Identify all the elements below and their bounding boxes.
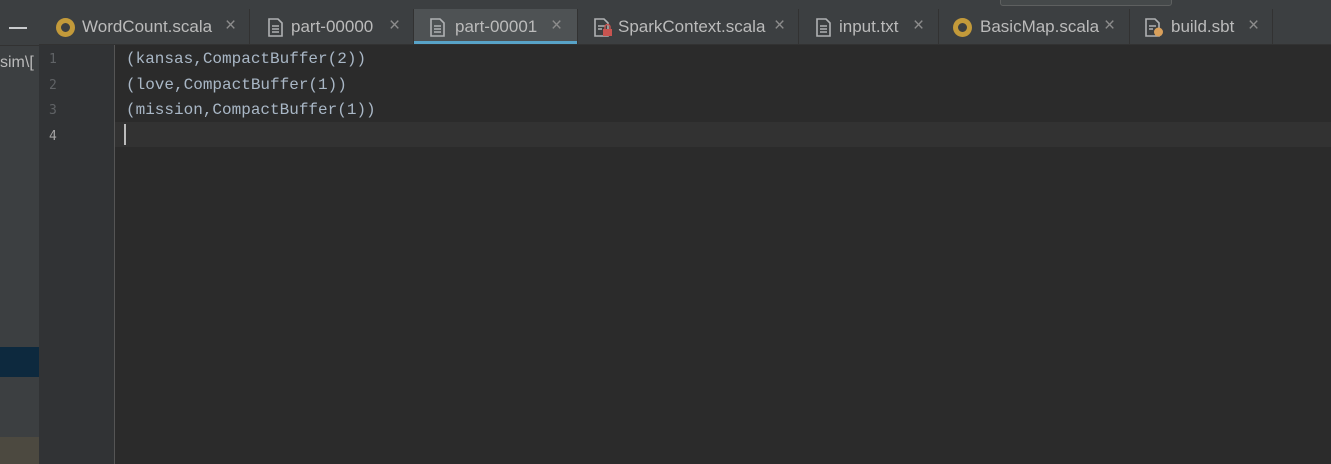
code-line[interactable]: (mission,CompactBuffer(1)) [126, 101, 376, 119]
current-line-highlight [115, 122, 1331, 147]
line-number-current: 4 [49, 129, 57, 144]
tab-wordcount-scala[interactable]: WordCount.scala × [39, 9, 250, 44]
project-panel: sim\[ [0, 9, 39, 464]
tab-part-00001[interactable]: part-00001 × [414, 9, 578, 44]
close-icon[interactable]: × [225, 15, 236, 37]
project-tree-row[interactable] [0, 437, 39, 464]
tab-label: WordCount.scala [82, 17, 213, 36]
tab-label: input.txt [839, 17, 899, 36]
project-panel-header [0, 9, 39, 46]
line-number: 1 [49, 52, 57, 67]
tab-label: BasicMap.scala [980, 17, 1100, 36]
tab-label: build.sbt [1171, 17, 1235, 36]
code-editor[interactable]: (kansas,CompactBuffer(2)) (love,CompactB… [115, 45, 1331, 464]
close-icon[interactable]: × [913, 15, 924, 37]
tab-label: SparkContext.scala [618, 17, 766, 36]
text-file-icon [816, 18, 831, 37]
project-path-text[interactable]: sim\[ [0, 54, 34, 72]
sbt-file-icon [1145, 18, 1163, 37]
tab-part-00000[interactable]: part-00000 × [250, 9, 414, 44]
code-line[interactable]: (kansas,CompactBuffer(2)) [126, 50, 366, 68]
text-file-icon [430, 18, 445, 37]
close-icon[interactable]: × [389, 15, 400, 37]
tab-input-txt[interactable]: input.txt × [799, 9, 939, 44]
close-icon[interactable]: × [1104, 15, 1115, 37]
text-file-icon [268, 18, 283, 37]
close-icon[interactable]: × [774, 15, 785, 37]
tab-label: part-00000 [291, 17, 374, 36]
close-icon[interactable]: × [551, 15, 562, 37]
line-number: 2 [49, 78, 57, 93]
tab-build-sbt[interactable]: build.sbt × [1130, 9, 1273, 44]
tab-basicmap-scala[interactable]: BasicMap.scala × [939, 9, 1130, 44]
tab-sparkcontext-scala[interactable]: SparkContext.scala × [578, 9, 799, 44]
locked-class-file-icon [594, 18, 612, 37]
scala-object-icon [953, 18, 972, 37]
text-caret [124, 124, 126, 145]
line-number: 3 [49, 103, 57, 118]
ide-window: sim\[ WordCount.scala × part-00000 × par… [0, 0, 1331, 464]
editor-tab-bar: WordCount.scala × part-00000 × part-0000… [39, 9, 1331, 45]
project-tree-selected-row[interactable] [0, 347, 39, 377]
minimize-icon[interactable] [9, 27, 27, 29]
scala-object-icon [56, 18, 75, 37]
close-icon[interactable]: × [1248, 15, 1259, 37]
editor-gutter: 1 2 3 4 [39, 45, 115, 464]
top-toolbar-strip [0, 0, 1331, 9]
toolbar-field[interactable] [1000, 0, 1172, 6]
tab-label: part-00001 [455, 17, 538, 36]
code-line[interactable]: (love,CompactBuffer(1)) [126, 76, 347, 94]
